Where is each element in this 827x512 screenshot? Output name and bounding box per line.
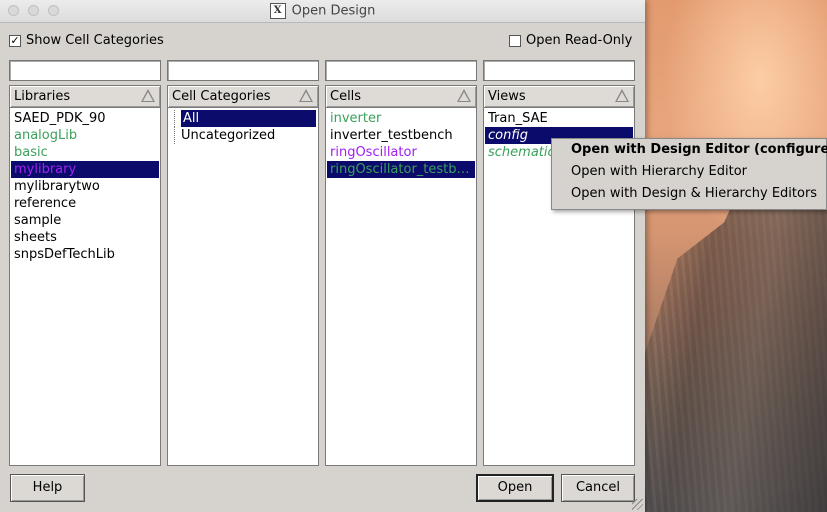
libraries-header[interactable]: Libraries xyxy=(10,86,160,108)
sort-triangle-icon[interactable] xyxy=(457,89,471,102)
library-item[interactable]: mylibrarytwo xyxy=(11,178,159,195)
sort-triangle-icon[interactable] xyxy=(299,89,313,102)
cell-categories-header[interactable]: Cell Categories xyxy=(168,86,318,108)
show-cell-categories-option[interactable]: ✓ Show Cell Categories xyxy=(9,33,164,48)
views-header-label: Views xyxy=(488,89,526,104)
open-button[interactable]: Open xyxy=(476,474,554,502)
resize-grip-icon[interactable] xyxy=(632,499,643,510)
sort-triangle-icon[interactable] xyxy=(615,89,629,102)
cell-categories-header-label: Cell Categories xyxy=(172,89,271,104)
x11-icon: X xyxy=(269,3,286,19)
library-item[interactable]: sheets xyxy=(11,229,159,246)
views-header[interactable]: Views xyxy=(484,86,634,108)
cells-filter-input[interactable] xyxy=(325,60,477,81)
help-button[interactable]: Help xyxy=(10,474,85,502)
library-item[interactable]: basic xyxy=(11,144,159,161)
cell-categories-list: All Uncategorized xyxy=(168,108,318,144)
cell-categories-panel: Cell Categories All Uncategorized xyxy=(167,85,319,466)
view-item[interactable]: Tran_SAE xyxy=(485,110,633,127)
open-read-only-option[interactable]: Open Read-Only xyxy=(509,33,632,48)
cell-item[interactable]: ringOscillator xyxy=(327,144,475,161)
category-item[interactable]: All xyxy=(169,110,317,127)
cells-list: inverter inverter_testbench ringOscillator… xyxy=(326,108,476,178)
category-item[interactable]: Uncategorized xyxy=(169,127,317,144)
open-read-only-checkbox[interactable] xyxy=(509,34,521,47)
show-cell-categories-label: Show Cell Categories xyxy=(26,33,164,48)
cancel-button[interactable]: Cancel xyxy=(561,474,635,502)
window-title: Open Design xyxy=(291,3,376,19)
libraries-list: SAED_PDK_90 analogLib basic mylibrary mylibr… xyxy=(10,108,160,263)
cells-header-label: Cells xyxy=(330,89,362,104)
views-context-menu: Open with Design Editor (configured) Open… xyxy=(551,138,827,210)
library-item[interactable]: mylibrary xyxy=(11,161,159,178)
sort-triangle-icon[interactable] xyxy=(141,89,155,102)
cell-categories-filter-input[interactable] xyxy=(167,60,319,81)
libraries-filter-input[interactable] xyxy=(9,60,161,81)
cells-header[interactable]: Cells xyxy=(326,86,476,108)
open-read-only-label: Open Read-Only xyxy=(526,33,633,48)
libraries-panel: Libraries SAED_PDK_90 analogLib basic mylib… xyxy=(9,85,161,466)
title-bar: X Open Design xyxy=(0,0,645,23)
cell-item[interactable]: inverter xyxy=(327,110,475,127)
views-filter-input[interactable] xyxy=(483,60,635,81)
library-item[interactable]: snpsDefTechLib xyxy=(11,246,159,263)
context-menu-item[interactable]: Open with Hierarchy Editor xyxy=(552,161,826,183)
cell-item[interactable]: inverter_testbench xyxy=(327,127,475,144)
category-item-label: Uncategorized xyxy=(181,128,276,143)
library-item[interactable]: analogLib xyxy=(11,127,159,144)
cells-panel: Cells inverter inverter_testbench ringOsci… xyxy=(325,85,477,466)
library-item[interactable]: SAED_PDK_90 xyxy=(11,110,159,127)
show-cell-categories-checkbox[interactable]: ✓ xyxy=(9,34,21,47)
context-menu-item[interactable]: Open with Design Editor (configured) xyxy=(552,139,827,161)
category-item-label: All xyxy=(181,110,316,127)
library-item[interactable]: reference xyxy=(11,195,159,212)
open-design-dialog: X Open Design ✓ Show Cell Categories Open… xyxy=(0,0,645,512)
cell-item[interactable]: ringOscillator_testb… xyxy=(327,161,475,178)
context-menu-item[interactable]: Open with Design & Hierarchy Editors xyxy=(552,183,826,205)
libraries-header-label: Libraries xyxy=(14,89,71,104)
library-item[interactable]: sample xyxy=(11,212,159,229)
